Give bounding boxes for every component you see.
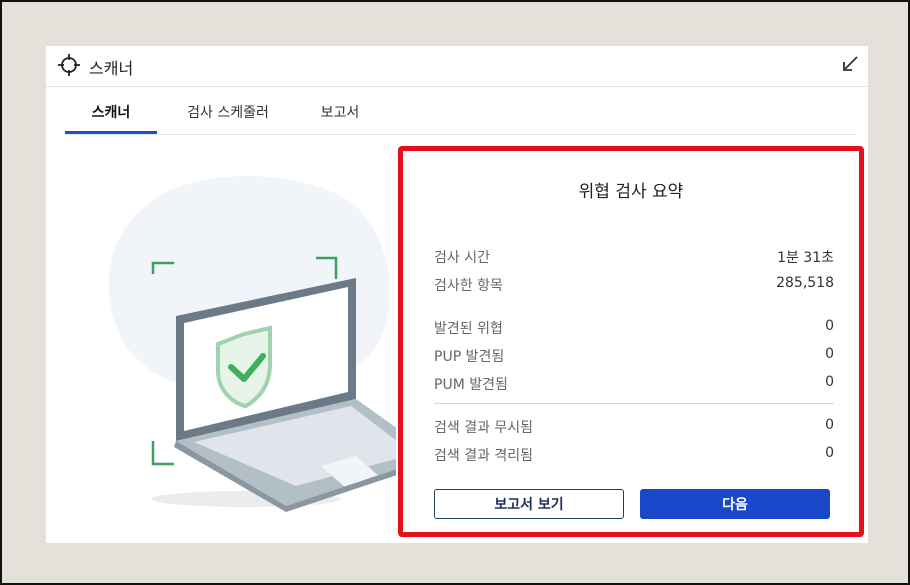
summary-row-pum-found: PUM 발견됨 0 xyxy=(434,374,834,394)
tab-scan-scheduler[interactable]: 검사 스케줄러 xyxy=(173,102,283,132)
row-value: 1분 31초 xyxy=(777,250,834,266)
row-label: 검사한 항목 xyxy=(434,278,503,294)
summary-row-pup-found: PUP 발견됨 0 xyxy=(434,346,834,366)
shield-icon xyxy=(216,325,272,409)
row-value: 0 xyxy=(825,417,834,433)
row-label: 검색 결과 무시됨 xyxy=(434,420,534,436)
active-tab-indicator xyxy=(65,131,157,134)
row-label: 발견된 위협 xyxy=(434,321,503,337)
window-title: 스캐너 xyxy=(89,59,134,78)
summary-row-items-scanned: 검사한 항목 285,518 xyxy=(434,275,834,295)
row-value: 0 xyxy=(825,374,834,390)
row-label: PUP 발견됨 xyxy=(434,349,505,365)
row-value: 0 xyxy=(825,318,834,334)
view-report-button[interactable]: 보고서 보기 xyxy=(434,489,624,519)
row-label: PUM 발견됨 xyxy=(434,377,508,393)
title-bar: 스캐너 xyxy=(46,46,868,87)
divider xyxy=(434,403,834,404)
tab-scanner[interactable]: 스캐너 xyxy=(65,102,157,134)
threat-scan-summary-panel: 위협 검사 요약 검사 시간 1분 31초 검사한 항목 285,518 발견된… xyxy=(398,146,864,537)
laptop-shield-illustration xyxy=(108,176,396,512)
screenshot-frame: 스캐너 스캐너 검사 스케줄러 보고서 위협 검사 요약 검사 시간 1분 31… xyxy=(0,0,910,585)
arrow-collapse-icon[interactable] xyxy=(842,56,858,72)
summary-row-threats-found: 발견된 위협 0 xyxy=(434,318,834,338)
tab-label: 검사 스케줄러 xyxy=(187,105,269,121)
crosshair-icon xyxy=(58,54,80,76)
row-value: 0 xyxy=(825,346,834,362)
next-button[interactable]: 다음 xyxy=(640,489,830,519)
row-value: 285,518 xyxy=(776,275,834,291)
summary-title: 위협 검사 요약 xyxy=(578,182,684,202)
summary-row-results-ignored: 검색 결과 무시됨 0 xyxy=(434,417,834,437)
summary-row-results-quarantined: 검색 결과 격리됨 0 xyxy=(434,445,834,465)
summary-row-scan-time: 검사 시간 1분 31초 xyxy=(434,247,834,267)
row-label: 검색 결과 격리됨 xyxy=(434,448,534,464)
tab-report[interactable]: 보고서 xyxy=(305,102,375,132)
tab-label: 스캐너 xyxy=(91,105,131,121)
tab-bar: 스캐너 검사 스케줄러 보고서 xyxy=(65,102,857,135)
tab-label: 보고서 xyxy=(320,105,360,121)
scanner-window: 스캐너 스캐너 검사 스케줄러 보고서 위협 검사 요약 검사 시간 1분 31… xyxy=(46,46,868,543)
row-label: 검사 시간 xyxy=(434,250,490,266)
row-value: 0 xyxy=(825,445,834,461)
